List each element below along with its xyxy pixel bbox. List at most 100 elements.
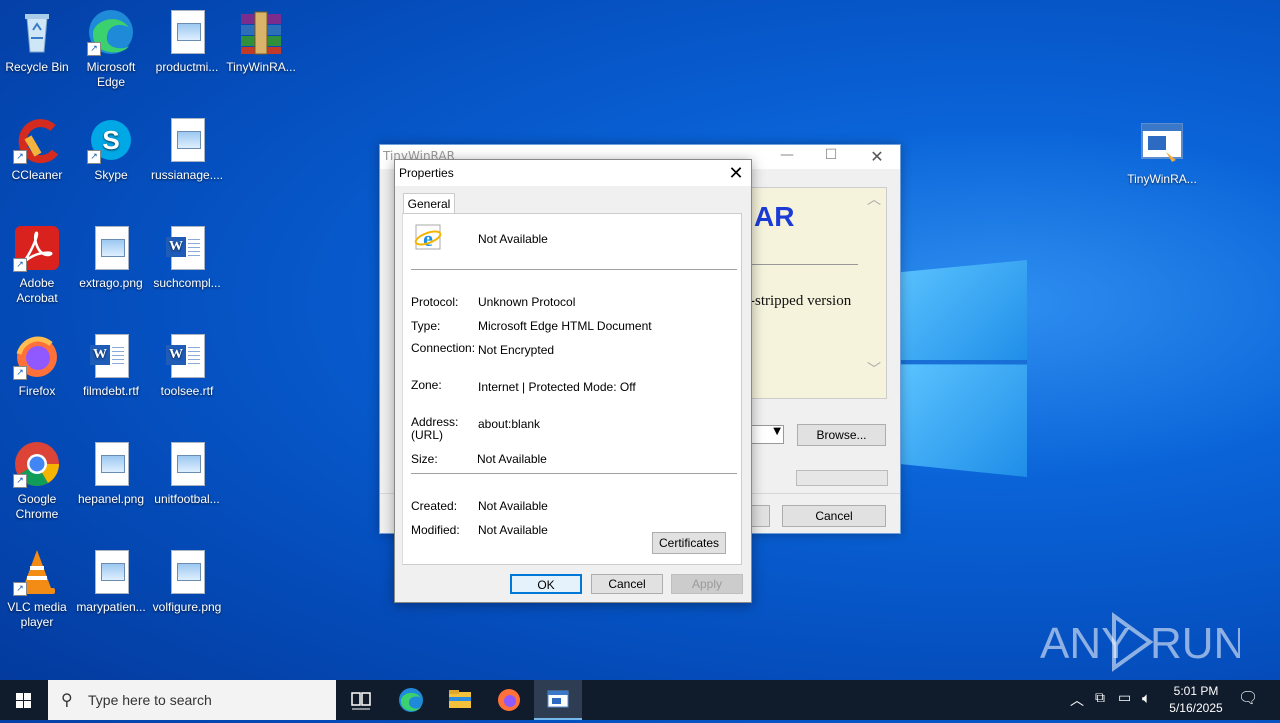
icon-label: russianage.... [151,168,224,182]
hidden-button[interactable] [750,505,770,527]
image-file-icon [163,8,211,56]
volume-icon[interactable]: 🔈︎ [1142,689,1151,707]
windows-start-icon [16,693,31,708]
desktop-icon-microsoft-edge[interactable]: ↗ Microsoft Edge [75,8,147,90]
winrar-archive-icon [237,8,285,56]
desktop-icon-tinywinrar-right[interactable]: TinyWinRA... [1126,120,1198,187]
cancel-button[interactable]: Cancel [782,505,886,527]
type-label: Type: [411,319,441,333]
taskbar-tinywinrar[interactable] [534,680,582,720]
general-tab-pane: e Not Available Protocol: Unknown Protoc… [402,213,742,565]
separator [411,473,737,474]
skype-icon: S ↗ [87,116,135,164]
certificates-button[interactable]: Certificates [652,532,726,554]
edge-icon: ↗ [87,8,135,56]
folder-icon [449,690,471,708]
address-value: about:blank [478,417,541,431]
icon-label: extrago.png [79,276,143,290]
icon-label: suchcompl... [153,276,221,290]
desktop-icon-vlc[interactable]: ↗ VLC media player [1,548,73,630]
created-label: Created: [411,499,458,513]
desktop-icon-tinywinrar-archive[interactable]: TinyWinRA... [225,8,297,75]
internet-explorer-icon: e [414,224,442,251]
connection-value: Not Encrypted [478,343,555,357]
icon-label: Firefox [18,384,56,398]
type-value: Microsoft Edge HTML Document [478,319,652,333]
start-button[interactable] [0,680,48,720]
desktop-icon-ccleaner[interactable]: ↗ CCleaner [1,116,73,183]
connection-label: Connection: [411,341,476,355]
minimize-icon[interactable]: — [772,147,802,163]
adobe-acrobat-icon: ↗ [13,224,61,272]
desktop-icon-recycle-bin[interactable]: Recycle Bin [1,8,73,75]
maximize-icon[interactable]: ☐ [816,147,846,163]
chrome-icon: ↗ [13,440,61,488]
divider [750,264,858,265]
icon-label: filmdebt.rtf [82,384,139,398]
desktop-icon-unitfootbal[interactable]: unitfootbal... [151,440,223,507]
chevron-up-icon[interactable]: ︿ [1070,690,1084,710]
dialog-title-bar: Properties ✕ [395,160,751,186]
icon-label: unitfootbal... [154,492,220,506]
taskbar-file-explorer[interactable] [445,680,475,720]
created-value: Not Available [478,499,548,513]
icon-label: hepanel.png [77,492,145,506]
close-icon[interactable]: ✕ [862,147,892,166]
destination-combo[interactable]: ▼ [750,425,784,444]
network-adapter-icon[interactable]: ⧉ [1095,690,1105,706]
clock[interactable]: 5:01 PM 5/16/2025 [1160,683,1232,717]
image-file-icon [87,548,135,596]
desktop-icon-firefox[interactable]: ↗ Firefox [1,332,73,399]
desktop-icon-filmdebt[interactable]: W filmdebt.rtf [75,332,147,399]
desktop-icon-skype[interactable]: S ↗ Skype [75,116,147,183]
taskbar-firefox[interactable] [494,680,524,720]
scrollbar[interactable]: ︿ ﹀ [864,189,884,389]
properties-dialog: Properties ✕ General e Not Available Pro… [394,159,752,603]
icon-label: Skype [94,168,128,182]
icon-label: TinyWinRA... [226,60,296,74]
taskbar-edge[interactable] [396,680,426,720]
desktop-icon-adobe-acrobat[interactable]: ↗ Adobe Acrobat [1,224,73,306]
icon-label: Recycle Bin [5,60,69,74]
desktop-icon-hepanel[interactable]: hepanel.png [75,440,147,507]
desktop-icon-volfigure[interactable]: volfigure.png [151,548,223,615]
network-icon[interactable]: ▭ [1118,690,1131,706]
desktop-icon-toolsee[interactable]: W toolsee.rtf [151,332,223,399]
desktop-icon-suchcompl[interactable]: W suchcompl... [151,224,223,291]
desktop-icon-extrago[interactable]: extrago.png [75,224,147,291]
address-label: Address: [411,415,459,429]
chevron-down-icon: ▼ [773,426,781,437]
firefox-icon: ↗ [13,332,61,380]
icon-label: Microsoft Edge [86,60,136,89]
browse-button[interactable]: Browse... [797,424,886,446]
ok-button[interactable]: OK [510,574,582,594]
word-document-icon: W [163,224,211,272]
desktop-icon-productmi[interactable]: productmi... [151,8,223,75]
notification-icon[interactable]: 🗨︎ [1238,688,1258,707]
svg-text:S: S [102,125,119,155]
word-document-icon: W [87,332,135,380]
desktop-icon-marypatien[interactable]: marypatien... [75,548,147,615]
clock-date: 5/16/2025 [1169,701,1223,715]
close-icon[interactable]: ✕ [721,160,751,186]
modified-label: Modified: [411,523,460,537]
icon-label: volfigure.png [152,600,222,614]
image-file-icon [163,116,211,164]
svg-text:e: e [423,226,433,251]
installer-window-icon [1138,120,1186,168]
icon-label: marypatien... [76,600,146,614]
info-text: -stripped version [750,293,852,309]
dialog-title: Properties [399,166,454,180]
task-view-button[interactable] [346,680,376,720]
cancel-button[interactable]: Cancel [591,574,663,594]
desktop-icon-google-chrome[interactable]: ↗ Google Chrome [1,440,73,522]
installer-window-icon [547,690,569,708]
size-label: Size: [411,452,438,466]
tab-general[interactable]: General [403,193,455,214]
image-file-icon [163,548,211,596]
apply-button[interactable]: Apply [671,574,743,594]
ccleaner-icon: ↗ [13,116,61,164]
search-box[interactable]: ⚲ Type here to search [48,680,336,720]
size-value: Not Available [477,452,547,466]
desktop-icon-russianage[interactable]: russianage.... [151,116,223,183]
